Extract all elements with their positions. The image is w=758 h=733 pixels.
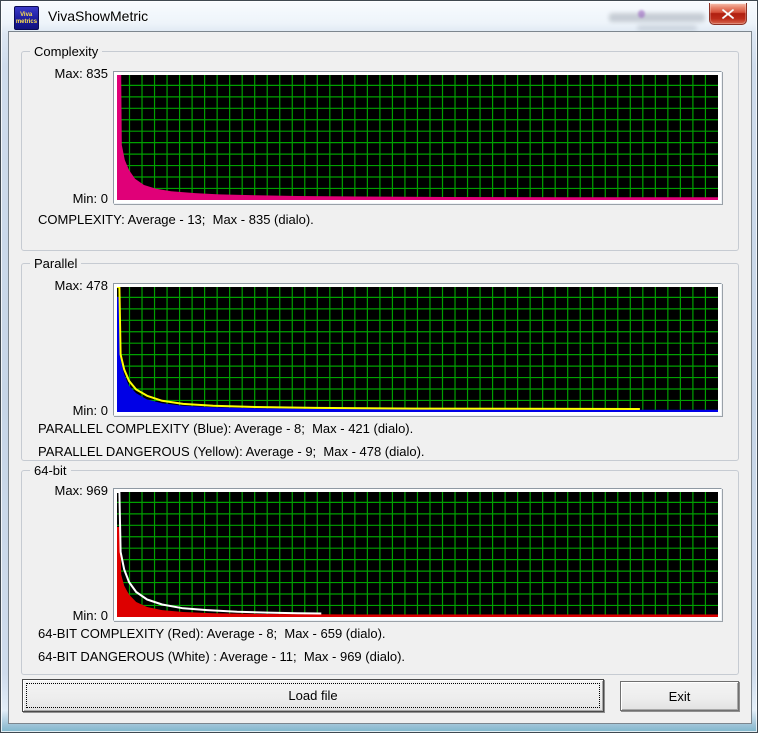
- group-parallel-label: Parallel: [30, 256, 82, 271]
- glass-reflection: [638, 10, 645, 18]
- parallel-min-label: Min: 0: [72, 403, 108, 418]
- 64bit-min-label: Min: 0: [72, 608, 108, 623]
- parallel-caption-blue: PARALLEL COMPLEXITY (Blue): Average - 8;…: [38, 421, 414, 436]
- group-parallel: Parallel Max: 478 Min: 0 PARALLEL COMPLE…: [21, 256, 739, 461]
- group-64bit-label: 64-bit: [30, 463, 71, 478]
- complexity-caption: COMPLEXITY: Average - 13; Max - 835 (dia…: [38, 212, 314, 227]
- parallel-chart: [113, 283, 722, 416]
- group-64bit: 64-bit Max: 969 Min: 0 64-BIT COMPLEXITY…: [21, 463, 739, 675]
- complexity-chart-canvas: [117, 75, 718, 200]
- parallel-axis-labels: Max: 478 Min: 0: [26, 278, 112, 418]
- exit-button-label: Exit: [668, 688, 691, 704]
- parallel-chart-canvas: [117, 287, 718, 412]
- group-complexity: Complexity Max: 835 Min: 0 COMPLEXITY: A…: [21, 44, 739, 251]
- app-icon-text-line1: Viva: [20, 11, 33, 18]
- dialog-client-area: Complexity Max: 835 Min: 0 COMPLEXITY: A…: [8, 31, 752, 724]
- complexity-max-label: Max: 835: [54, 66, 108, 81]
- exit-button[interactable]: Exit: [620, 681, 739, 711]
- load-file-button[interactable]: Load file: [22, 679, 604, 712]
- group-complexity-label: Complexity: [30, 44, 103, 59]
- 64bit-captions: 64-BIT COMPLEXITY (Red): Average - 8; Ma…: [38, 626, 728, 672]
- window-title: VivaShowMetric: [48, 8, 149, 24]
- parallel-caption-yellow: PARALLEL DANGEROUS (Yellow): Average - 9…: [38, 444, 425, 459]
- complexity-min-label: Min: 0: [72, 191, 108, 206]
- 64bit-caption-red: 64-BIT COMPLEXITY (Red): Average - 8; Ma…: [38, 626, 386, 641]
- 64bit-max-label: Max: 969: [54, 483, 108, 498]
- app-icon: Viva metrics: [14, 6, 39, 30]
- app-window: Viva metrics VivaShowMetric Complexity M…: [0, 0, 758, 733]
- glass-reflection: [609, 13, 705, 22]
- app-icon-text-line2: metrics: [15, 18, 38, 25]
- 64bit-caption-white: 64-BIT DANGEROUS (White) : Average - 11;…: [38, 649, 406, 664]
- load-file-button-label: Load file: [288, 688, 338, 703]
- parallel-captions: PARALLEL COMPLEXITY (Blue): Average - 8;…: [38, 421, 728, 467]
- title-bar[interactable]: Viva metrics VivaShowMetric: [1, 1, 757, 31]
- complexity-captions: COMPLEXITY: Average - 13; Max - 835 (dia…: [38, 212, 728, 235]
- parallel-max-label: Max: 478: [54, 278, 108, 293]
- close-icon: [722, 8, 734, 19]
- 64bit-chart-canvas: [117, 492, 718, 617]
- complexity-chart: [113, 71, 722, 204]
- complexity-axis-labels: Max: 835 Min: 0: [26, 66, 112, 206]
- close-button[interactable]: [709, 3, 747, 25]
- 64bit-chart: [113, 488, 722, 621]
- 64bit-axis-labels: Max: 969 Min: 0: [26, 483, 112, 623]
